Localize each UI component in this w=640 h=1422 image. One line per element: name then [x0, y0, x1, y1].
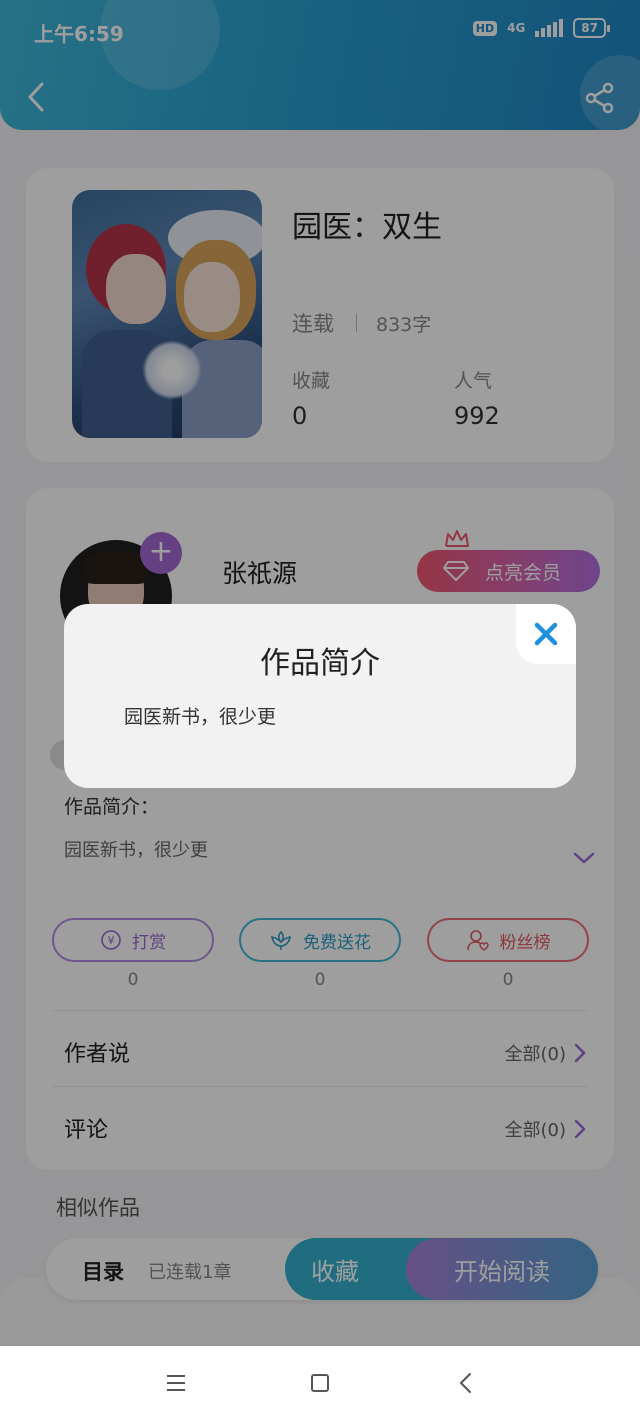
- menu-icon[interactable]: [166, 1374, 186, 1392]
- close-icon: [534, 622, 558, 646]
- nav-back-icon[interactable]: [458, 1372, 472, 1394]
- intro-modal: 作品简介 园医新书，很少更: [64, 604, 576, 788]
- close-button[interactable]: [516, 604, 576, 664]
- home-icon[interactable]: [311, 1374, 329, 1392]
- modal-text: 园医新书，很少更: [124, 706, 277, 728]
- modal-title: 作品简介: [260, 646, 380, 681]
- book-detail-page: 上午6:59 HD 4G 87 园医：双生 连载 833字 收藏 0 人气 99…: [0, 0, 640, 1422]
